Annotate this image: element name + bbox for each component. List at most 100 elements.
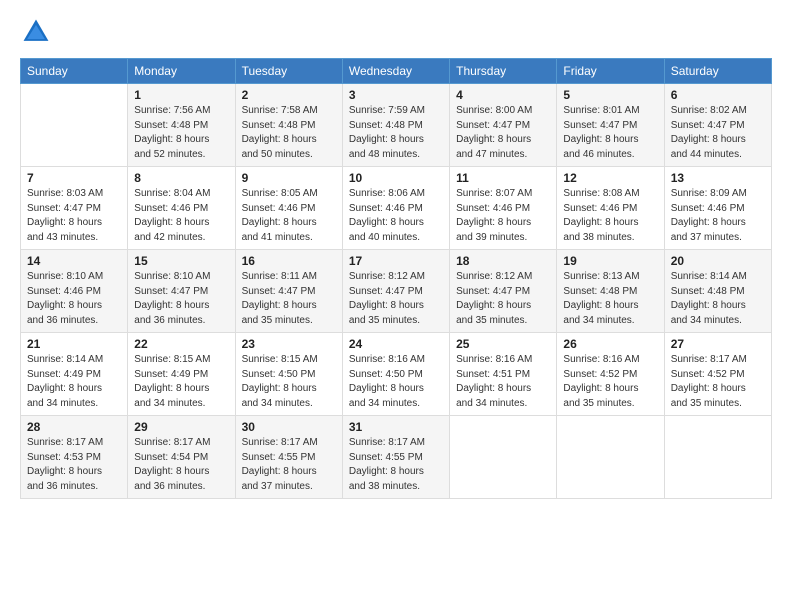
- calendar-cell: 7 Sunrise: 8:03 AM Sunset: 4:47 PM Daylig…: [21, 167, 128, 250]
- day-number: 30: [242, 420, 336, 434]
- day-info: Sunrise: 8:16 AM Sunset: 4:52 PM Dayligh…: [563, 353, 657, 411]
- calendar-cell: 21Sunrise: 8:14 AM Sunset: 4:49 PM Dayli…: [21, 333, 128, 416]
- day-number: 12: [563, 171, 657, 185]
- day-number: 25: [456, 337, 550, 351]
- day-number: 7: [27, 171, 121, 185]
- day-number: 8: [134, 171, 228, 185]
- calendar-cell: 16 Sunrise: 8:11 AM Sunset: 4:47 PM Dayli…: [235, 250, 342, 333]
- day-number: 15: [134, 254, 228, 268]
- weekday-header: Monday: [128, 59, 235, 84]
- calendar-table: SundayMondayTuesdayWednesdayThursdayFrid…: [20, 58, 772, 499]
- calendar-cell: 19 Sunrise: 8:13 AM Sunset: 4:48 PM Dayli…: [557, 250, 664, 333]
- day-info: Sunrise: 8:17 AM Sunset: 4:54 PM Dayligh…: [134, 436, 228, 494]
- day-number: 1: [134, 88, 228, 102]
- day-info: Sunrise: 8:01 AM Sunset: 4:47 PM Dayligh…: [563, 104, 657, 162]
- day-number: 16: [242, 254, 336, 268]
- day-info: Sunrise: 8:14 AM Sunset: 4:49 PM Dayligh…: [27, 353, 121, 411]
- weekday-header: Saturday: [664, 59, 771, 84]
- calendar-cell: 26 Sunrise: 8:16 AM Sunset: 4:52 PM Dayli…: [557, 333, 664, 416]
- day-info: Sunrise: 7:59 AM Sunset: 4:48 PM Dayligh…: [349, 104, 443, 162]
- day-number: 11: [456, 171, 550, 185]
- day-info: Sunrise: 8:09 AM Sunset: 4:46 PM Dayligh…: [671, 187, 765, 245]
- day-number: 22: [134, 337, 228, 351]
- weekday-header: Wednesday: [342, 59, 449, 84]
- logo: [20, 16, 58, 48]
- day-info: Sunrise: 8:17 AM Sunset: 4:53 PM Dayligh…: [27, 436, 121, 494]
- logo-icon: [20, 16, 52, 48]
- day-info: Sunrise: 8:15 AM Sunset: 4:49 PM Dayligh…: [134, 353, 228, 411]
- day-number: 19: [563, 254, 657, 268]
- day-number: 20: [671, 254, 765, 268]
- day-info: Sunrise: 8:12 AM Sunset: 4:47 PM Dayligh…: [456, 270, 550, 328]
- calendar-cell: 3 Sunrise: 7:59 AM Sunset: 4:48 PM Daylig…: [342, 84, 449, 167]
- day-info: Sunrise: 8:15 AM Sunset: 4:50 PM Dayligh…: [242, 353, 336, 411]
- calendar-cell: 13 Sunrise: 8:09 AM Sunset: 4:46 PM Dayli…: [664, 167, 771, 250]
- day-info: Sunrise: 8:17 AM Sunset: 4:52 PM Dayligh…: [671, 353, 765, 411]
- day-info: Sunrise: 8:06 AM Sunset: 4:46 PM Dayligh…: [349, 187, 443, 245]
- day-number: 3: [349, 88, 443, 102]
- day-info: Sunrise: 8:08 AM Sunset: 4:46 PM Dayligh…: [563, 187, 657, 245]
- calendar-cell: 28 Sunrise: 8:17 AM Sunset: 4:53 PM Dayli…: [21, 416, 128, 499]
- day-number: 18: [456, 254, 550, 268]
- day-info: Sunrise: 8:16 AM Sunset: 4:51 PM Dayligh…: [456, 353, 550, 411]
- calendar-cell: 29 Sunrise: 8:17 AM Sunset: 4:54 PM Dayli…: [128, 416, 235, 499]
- calendar-cell: 22 Sunrise: 8:15 AM Sunset: 4:49 PM Dayli…: [128, 333, 235, 416]
- calendar-cell: 6 Sunrise: 8:02 AM Sunset: 4:47 PM Daylig…: [664, 84, 771, 167]
- calendar-week-row: 28 Sunrise: 8:17 AM Sunset: 4:53 PM Dayli…: [21, 416, 772, 499]
- calendar-header-row: SundayMondayTuesdayWednesdayThursdayFrid…: [21, 59, 772, 84]
- calendar-cell: 23 Sunrise: 8:15 AM Sunset: 4:50 PM Dayli…: [235, 333, 342, 416]
- calendar-cell: 10 Sunrise: 8:06 AM Sunset: 4:46 PM Dayli…: [342, 167, 449, 250]
- day-info: Sunrise: 8:10 AM Sunset: 4:46 PM Dayligh…: [27, 270, 121, 328]
- calendar-cell: [557, 416, 664, 499]
- day-info: Sunrise: 8:11 AM Sunset: 4:47 PM Dayligh…: [242, 270, 336, 328]
- calendar-cell: [664, 416, 771, 499]
- calendar-cell: 30 Sunrise: 8:17 AM Sunset: 4:55 PM Dayli…: [235, 416, 342, 499]
- day-number: 4: [456, 88, 550, 102]
- day-number: 9: [242, 171, 336, 185]
- day-number: 14: [27, 254, 121, 268]
- day-info: Sunrise: 8:03 AM Sunset: 4:47 PM Dayligh…: [27, 187, 121, 245]
- calendar-cell: 24Sunrise: 8:16 AM Sunset: 4:50 PM Dayli…: [342, 333, 449, 416]
- day-number: 24: [349, 337, 443, 351]
- calendar-cell: 15 Sunrise: 8:10 AM Sunset: 4:47 PM Dayli…: [128, 250, 235, 333]
- calendar-cell: 9Sunrise: 8:05 AM Sunset: 4:46 PM Daylig…: [235, 167, 342, 250]
- calendar-cell: [450, 416, 557, 499]
- calendar-week-row: 14 Sunrise: 8:10 AM Sunset: 4:46 PM Dayli…: [21, 250, 772, 333]
- calendar-cell: 27Sunrise: 8:17 AM Sunset: 4:52 PM Dayli…: [664, 333, 771, 416]
- day-number: 28: [27, 420, 121, 434]
- page: SundayMondayTuesdayWednesdayThursdayFrid…: [0, 0, 792, 612]
- calendar-cell: 20 Sunrise: 8:14 AM Sunset: 4:48 PM Dayli…: [664, 250, 771, 333]
- calendar-cell: 8Sunrise: 8:04 AM Sunset: 4:46 PM Daylig…: [128, 167, 235, 250]
- day-info: Sunrise: 7:58 AM Sunset: 4:48 PM Dayligh…: [242, 104, 336, 162]
- day-number: 13: [671, 171, 765, 185]
- calendar-cell: 17Sunrise: 8:12 AM Sunset: 4:47 PM Dayli…: [342, 250, 449, 333]
- day-number: 10: [349, 171, 443, 185]
- day-info: Sunrise: 7:56 AM Sunset: 4:48 PM Dayligh…: [134, 104, 228, 162]
- calendar-cell: 4 Sunrise: 8:00 AM Sunset: 4:47 PM Daylig…: [450, 84, 557, 167]
- calendar-cell: 12 Sunrise: 8:08 AM Sunset: 4:46 PM Dayli…: [557, 167, 664, 250]
- day-info: Sunrise: 8:02 AM Sunset: 4:47 PM Dayligh…: [671, 104, 765, 162]
- calendar-cell: 5 Sunrise: 8:01 AM Sunset: 4:47 PM Daylig…: [557, 84, 664, 167]
- weekday-header: Sunday: [21, 59, 128, 84]
- calendar-week-row: 7 Sunrise: 8:03 AM Sunset: 4:47 PM Daylig…: [21, 167, 772, 250]
- day-info: Sunrise: 8:14 AM Sunset: 4:48 PM Dayligh…: [671, 270, 765, 328]
- day-info: Sunrise: 8:07 AM Sunset: 4:46 PM Dayligh…: [456, 187, 550, 245]
- day-number: 6: [671, 88, 765, 102]
- day-info: Sunrise: 8:13 AM Sunset: 4:48 PM Dayligh…: [563, 270, 657, 328]
- calendar-cell: [21, 84, 128, 167]
- weekday-header: Thursday: [450, 59, 557, 84]
- day-info: Sunrise: 8:12 AM Sunset: 4:47 PM Dayligh…: [349, 270, 443, 328]
- day-number: 2: [242, 88, 336, 102]
- day-info: Sunrise: 8:10 AM Sunset: 4:47 PM Dayligh…: [134, 270, 228, 328]
- calendar-week-row: 21Sunrise: 8:14 AM Sunset: 4:49 PM Dayli…: [21, 333, 772, 416]
- day-info: Sunrise: 8:17 AM Sunset: 4:55 PM Dayligh…: [349, 436, 443, 494]
- day-number: 23: [242, 337, 336, 351]
- day-info: Sunrise: 8:00 AM Sunset: 4:47 PM Dayligh…: [456, 104, 550, 162]
- day-info: Sunrise: 8:17 AM Sunset: 4:55 PM Dayligh…: [242, 436, 336, 494]
- day-number: 31: [349, 420, 443, 434]
- calendar-cell: 18 Sunrise: 8:12 AM Sunset: 4:47 PM Dayli…: [450, 250, 557, 333]
- calendar-cell: 31 Sunrise: 8:17 AM Sunset: 4:55 PM Dayli…: [342, 416, 449, 499]
- day-number: 26: [563, 337, 657, 351]
- day-number: 29: [134, 420, 228, 434]
- day-number: 5: [563, 88, 657, 102]
